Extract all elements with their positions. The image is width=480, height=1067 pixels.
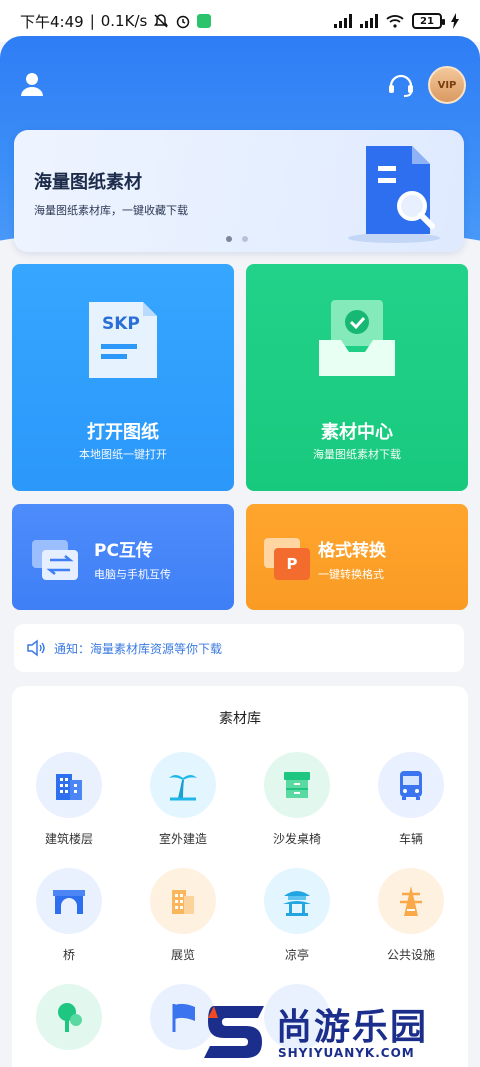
pc-transfer-card[interactable]: PC互传 电脑与手机互传	[12, 504, 234, 610]
format-convert-subtitle: 一键转换格式	[318, 568, 384, 581]
tree-icon	[58, 1003, 82, 1032]
category-outdoor-construction[interactable]: 室外建造	[133, 752, 233, 847]
palm-tree-icon	[169, 775, 197, 801]
category-label: 桥	[62, 948, 75, 962]
open-drawing-title: 打开图纸	[87, 422, 159, 443]
flag-icon	[172, 1003, 195, 1032]
category-building-floors[interactable]: 建筑楼层	[19, 752, 119, 847]
pc-transfer-subtitle: 电脑与手机互传	[94, 568, 171, 581]
cabinet-icon	[284, 772, 310, 798]
material-center-subtitle: 海量图纸素材下载	[313, 448, 401, 461]
user-icon	[21, 73, 43, 96]
pagination-dot[interactable]	[242, 236, 248, 242]
document-search-icon	[348, 146, 440, 243]
library-title: 素材库	[219, 711, 261, 727]
wechat-icon	[197, 14, 212, 28]
convert-icon-letter: P	[274, 548, 310, 580]
watermark-brand: 尚游乐园	[276, 1007, 429, 1048]
promo-banner[interactable]: 海量图纸素材 海量图纸素材库，一键收藏下载	[14, 130, 464, 252]
tower-icon	[400, 886, 422, 916]
customer-service-button[interactable]	[386, 70, 416, 100]
wifi-icon	[386, 15, 404, 28]
category-bridge[interactable]: 桥	[19, 868, 119, 963]
pavilion-icon	[283, 891, 311, 916]
open-drawing-card[interactable]: SKP 打开图纸 本地图纸一键打开	[12, 264, 234, 491]
user-profile-button[interactable]	[18, 70, 46, 98]
banner-title: 海量图纸素材	[34, 172, 142, 193]
category-public-facilities[interactable]: 公共设施	[361, 868, 461, 963]
pc-transfer-title: PC互传	[94, 541, 153, 561]
category-label: 沙发桌椅	[272, 832, 321, 846]
bus-icon	[400, 771, 422, 800]
headset-icon	[389, 74, 413, 97]
skp-label: SKP	[102, 314, 140, 334]
exhibition-building-icon	[172, 890, 194, 914]
category-label: 凉亭	[284, 948, 309, 962]
pagination-dot[interactable]	[226, 236, 232, 242]
banner-subtitle: 海量图纸素材库，一键收藏下载	[34, 204, 188, 217]
format-convert-title: 格式转换	[318, 541, 386, 561]
mute-icon	[154, 14, 169, 28]
notice-text: 通知：海量素材库资源等你下载	[54, 641, 223, 656]
category-label: 建筑楼层	[44, 832, 93, 846]
category-vehicles[interactable]: 车辆	[361, 752, 461, 847]
material-center-title: 素材中心	[321, 422, 393, 443]
signal-icon	[360, 14, 378, 28]
building-icon	[56, 774, 82, 800]
category-label: 室外建造	[158, 832, 207, 846]
signal-icon	[334, 14, 352, 28]
watermark-url: SHYIYUANYK.COM	[278, 1046, 415, 1060]
notice-bar[interactable]: 通知：海量素材库资源等你下载	[14, 624, 464, 672]
site-watermark: 尚游乐园 SHYIYUANYK.COM	[200, 996, 480, 1067]
vip-label: VIP	[437, 79, 457, 91]
status-time: 下午4:49	[20, 12, 84, 31]
category-sofa-table-chair[interactable]: 沙发桌椅	[247, 752, 347, 847]
category-label: 展览	[170, 948, 195, 962]
banner-pagination	[226, 236, 248, 242]
format-convert-card[interactable]: P 格式转换 一键转换格式	[246, 504, 468, 610]
inbox-check-icon	[319, 300, 395, 376]
bridge-icon	[53, 890, 85, 914]
category-label: 车辆	[398, 832, 423, 846]
speaker-icon	[27, 639, 45, 657]
category-label: 公共设施	[386, 948, 435, 962]
alarm-icon	[177, 15, 190, 29]
skp-file-icon	[89, 302, 157, 378]
category-exhibition[interactable]: 展览	[133, 868, 233, 963]
category-trees[interactable]	[19, 984, 119, 1050]
battery-icon: 21	[412, 13, 445, 29]
vip-button[interactable]: VIP	[428, 66, 466, 104]
watermark-logo	[200, 1000, 270, 1064]
category-pavilion[interactable]: 凉亭	[247, 868, 347, 963]
charging-icon	[451, 13, 459, 29]
material-center-card[interactable]: 素材中心 海量图纸素材下载	[246, 264, 468, 491]
network-speed: 0.1K/s	[100, 12, 148, 30]
convert-icon: P	[264, 538, 312, 580]
open-drawing-subtitle: 本地图纸一键打开	[79, 448, 167, 461]
transfer-icon	[32, 540, 78, 580]
